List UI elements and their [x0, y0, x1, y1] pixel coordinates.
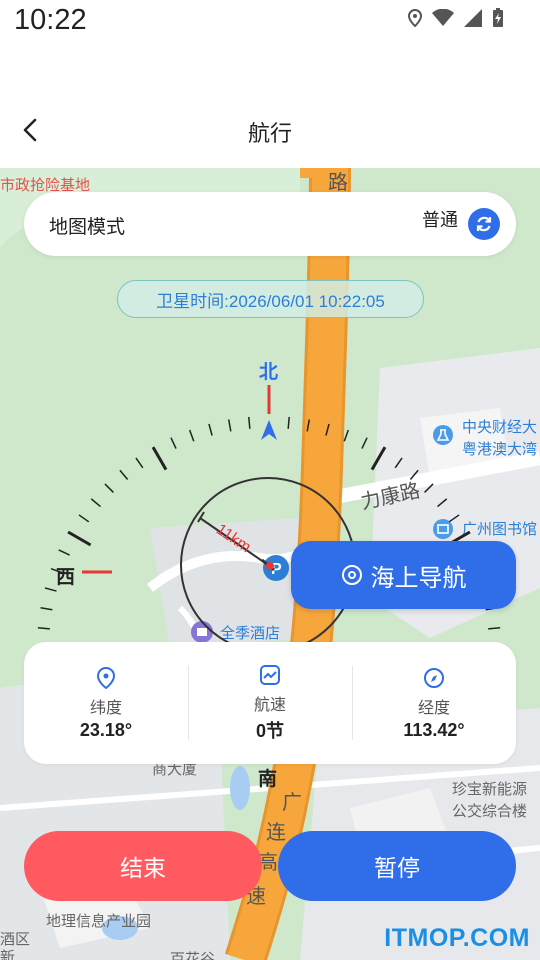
map-label: 公交综合楼 — [452, 802, 528, 820]
sea-navigation-label: 海上导航 — [370, 563, 467, 592]
compass-minor-tick — [448, 514, 460, 523]
map-label: 广 — [282, 790, 302, 814]
location-pin-icon — [96, 666, 116, 689]
compass-minor-tick — [188, 429, 195, 442]
location-icon — [408, 9, 422, 27]
end-button[interactable]: 结束 — [24, 831, 262, 901]
stat-value: 0节 — [255, 721, 284, 741]
map-mode-switch-button[interactable] — [468, 208, 500, 240]
map-mode-card: 地图模式 普通 — [24, 192, 516, 256]
compass-minor-tick — [437, 498, 448, 508]
compass-minor-tick — [44, 587, 57, 592]
page-title: 航行 — [247, 122, 292, 147]
status-bar: 10:22 — [0, 0, 540, 46]
compass-major-tick — [67, 530, 92, 547]
stat-value: 23.18° — [79, 719, 133, 740]
stat-value: 113.42° — [403, 719, 465, 740]
compass-minor-tick — [58, 549, 70, 556]
compass-minor-tick — [488, 627, 501, 630]
compass-minor-tick — [325, 423, 330, 436]
target-icon — [341, 565, 362, 585]
stat-label: 纬度 — [89, 697, 122, 717]
compass-minor-tick — [37, 627, 50, 630]
map-mode-title: 地图模式 — [49, 216, 126, 238]
compass-minor-tick — [170, 437, 177, 449]
compass-north-label: 北 — [259, 361, 279, 383]
stat-speed: 航速 0节 — [188, 642, 352, 764]
stat-label: 经度 — [417, 697, 450, 717]
refresh-icon — [476, 216, 492, 232]
map-label: 地理信息产业园 — [46, 912, 152, 930]
compass-minor-tick — [119, 469, 129, 480]
current-position-dot — [266, 562, 274, 570]
map-label: 新 — [0, 948, 16, 960]
heading-arrow — [261, 420, 277, 440]
header: 航行 — [0, 46, 540, 168]
compass-minor-tick — [40, 606, 53, 611]
compass-minor-tick — [248, 416, 251, 429]
compass-minor-tick — [287, 416, 290, 429]
compass-major-tick — [370, 446, 387, 471]
stat-latitude: 纬度 23.18° — [24, 642, 188, 764]
map-label: 百花谷 — [170, 950, 216, 960]
compass-west-label: 西 — [56, 566, 76, 588]
signal-icon — [464, 9, 482, 27]
compass-major-tick — [151, 446, 168, 471]
status-icons — [408, 8, 504, 28]
compass-icon — [424, 667, 444, 688]
compass-minor-tick — [361, 437, 368, 449]
compass-minor-tick — [343, 429, 350, 442]
compass-minor-tick — [135, 457, 144, 469]
compass-minor-tick — [394, 457, 403, 469]
map-label: 连 — [266, 820, 286, 844]
stat-longitude: 经度 113.42° — [352, 642, 516, 764]
compass-minor-tick — [90, 498, 101, 508]
pause-button[interactable]: 暂停 — [278, 831, 516, 901]
compass-minor-tick — [78, 514, 90, 523]
map-mode-value: 普通 — [422, 210, 458, 231]
compass-minor-tick — [227, 419, 232, 432]
stats-card: 纬度 23.18° 航速 0节 经度 113.42° — [24, 642, 516, 764]
compass-minor-tick — [409, 469, 419, 480]
sea-navigation-button[interactable]: 海上导航 — [291, 541, 516, 609]
compass-south-label: 南 — [258, 768, 278, 790]
compass-minor-tick — [306, 419, 311, 432]
compass-minor-tick — [104, 483, 114, 493]
battery-charging-icon — [493, 8, 503, 27]
compass-minor-tick — [208, 423, 213, 436]
stat-label: 航速 — [253, 695, 286, 714]
compass-minor-tick — [424, 483, 434, 493]
map-label: 珍宝新能源 — [452, 780, 528, 798]
status-time: 10:22 — [14, 4, 87, 36]
speed-chart-icon — [260, 665, 280, 685]
watermark: ITMOP.COM — [384, 924, 530, 952]
satellite-time-badge: 卫星时间:2026/06/01 10:22:05 — [117, 280, 424, 318]
wifi-icon — [432, 9, 454, 26]
